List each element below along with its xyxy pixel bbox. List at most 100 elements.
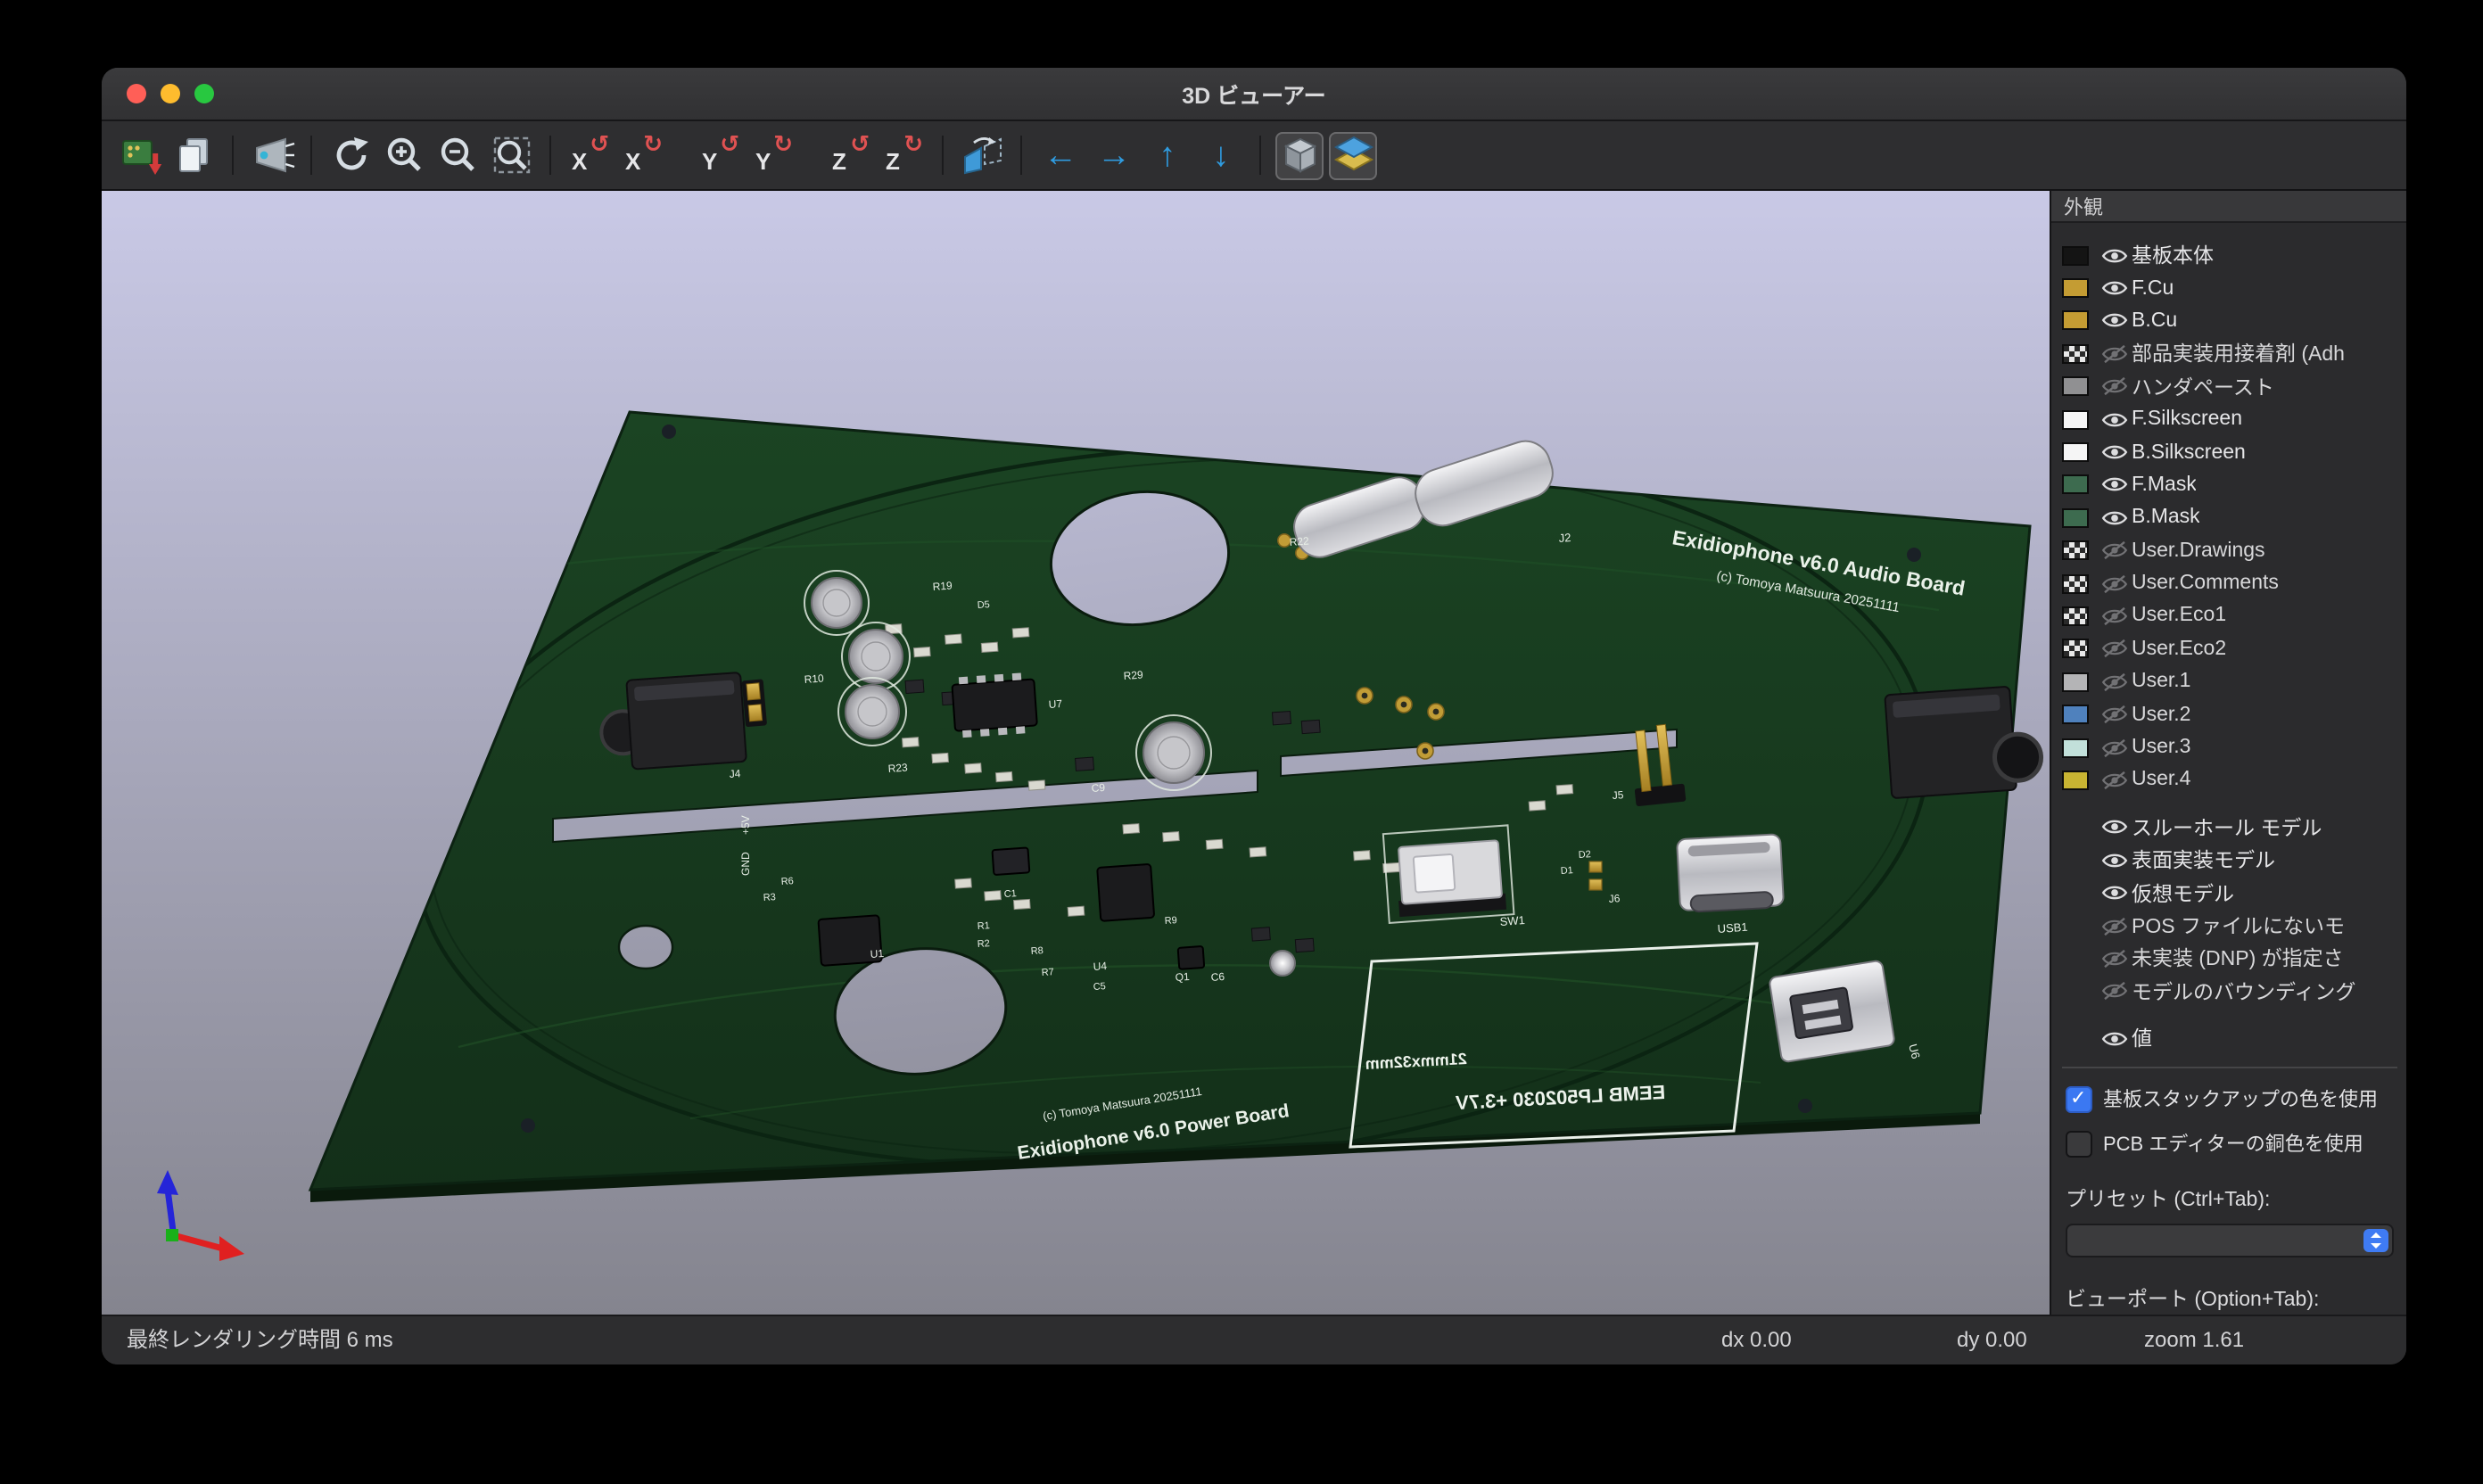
layer-color-swatch[interactable] (2062, 540, 2089, 560)
visibility-toggle-icon[interactable] (2101, 705, 2132, 724)
stackup-color-checkbox-row[interactable]: 基板スタックアップの色を使用 (2066, 1085, 2401, 1114)
window-titlebar[interactable]: 3D ビューアー (102, 68, 2406, 121)
layer-color-swatch[interactable] (2062, 705, 2089, 724)
rotate-y-cw-button[interactable]: Y↻ (749, 131, 797, 179)
layer-color-swatch[interactable] (2062, 606, 2089, 626)
visibility-toggle-icon[interactable] (2101, 442, 2132, 462)
visibility-toggle-icon[interactable] (2101, 475, 2132, 495)
layer-row[interactable]: B.Cu (2062, 305, 2406, 338)
layer-color-swatch[interactable] (2062, 409, 2089, 429)
rotate-y-ccw-button[interactable]: Y↺ (696, 131, 744, 179)
reload-board-button[interactable] (116, 131, 164, 179)
stepper-icon[interactable] (2363, 1229, 2388, 1252)
layer-row[interactable]: POS ファイルにないモ (2062, 910, 2406, 943)
zoom-out-button[interactable] (433, 131, 482, 179)
layer-color-swatch[interactable] (2062, 573, 2089, 593)
orthographic-projection-button[interactable] (1275, 131, 1324, 179)
layer-row[interactable]: B.Silkscreen (2062, 436, 2406, 469)
layer-color-swatch[interactable] (2062, 442, 2089, 462)
move-up-button[interactable]: ↑ (1143, 131, 1192, 179)
visibility-toggle-icon[interactable] (2101, 639, 2132, 659)
3d-viewport[interactable]: Exidiophone v6.0 Audio Board (c) Tomoya … (102, 191, 2050, 1320)
layer-color-swatch[interactable] (2062, 344, 2089, 364)
layer-color-swatch[interactable] (2062, 639, 2089, 659)
move-right-icon: → (1097, 138, 1131, 172)
visibility-toggle-icon[interactable] (2101, 278, 2132, 298)
layer-row[interactable]: User.4 (2062, 764, 2406, 797)
pcb-copper-color-checkbox-row[interactable]: PCB エディターの銅色を使用 (2066, 1130, 2401, 1158)
layer-color-swatch[interactable] (2062, 377, 2089, 397)
layer-row[interactable]: F.Silkscreen (2062, 403, 2406, 436)
visibility-toggle-icon[interactable] (2101, 245, 2132, 265)
rotate-x-cw-button[interactable]: X↻ (619, 131, 667, 179)
close-button[interactable] (127, 84, 146, 103)
layer-row[interactable]: User.1 (2062, 665, 2406, 698)
move-right-button[interactable]: → (1090, 131, 1138, 179)
layer-color-swatch[interactable] (2062, 672, 2089, 692)
zoom-in-button[interactable] (380, 131, 428, 179)
rotate-z-cw-button[interactable]: Z↻ (879, 131, 928, 179)
zoom-window-button[interactable] (194, 84, 214, 103)
layer-color-swatch[interactable] (2062, 278, 2089, 298)
stackup-color-checkbox[interactable] (2066, 1086, 2092, 1113)
visibility-toggle-icon[interactable] (2101, 818, 2132, 837)
visibility-toggle-icon[interactable] (2101, 672, 2132, 692)
flip-board-button[interactable] (958, 131, 1006, 179)
layer-row[interactable]: 仮想モデル (2062, 877, 2406, 910)
layer-row[interactable]: User.Eco1 (2062, 600, 2406, 633)
visibility-toggle-icon[interactable] (2101, 1028, 2132, 1048)
visibility-toggle-icon[interactable] (2101, 409, 2132, 429)
layer-row[interactable]: B.Mask (2062, 501, 2406, 534)
visibility-toggle-icon[interactable] (2101, 883, 2132, 903)
pcb-copper-color-checkbox[interactable] (2066, 1131, 2092, 1158)
layer-label: モデルのバウンディング (2132, 977, 2355, 1006)
layer-row[interactable]: スルーホール モデル (2062, 811, 2406, 844)
move-left-button[interactable]: ← (1036, 131, 1085, 179)
layer-row[interactable]: User.3 (2062, 731, 2406, 764)
appearance-panel-button[interactable] (1329, 131, 1377, 179)
visibility-toggle-icon[interactable] (2101, 377, 2132, 397)
preset-select[interactable] (2066, 1224, 2394, 1258)
zoom-fit-button[interactable] (487, 131, 535, 179)
layer-color-swatch[interactable] (2062, 475, 2089, 495)
raytracing-button[interactable] (248, 131, 296, 179)
layer-row[interactable]: 値 (2062, 1022, 2406, 1055)
layer-color-swatch[interactable] (2062, 245, 2089, 265)
visibility-toggle-icon[interactable] (2101, 508, 2132, 528)
layer-row[interactable]: User.Eco2 (2062, 632, 2406, 665)
visibility-toggle-icon[interactable] (2101, 982, 2132, 1002)
layer-row[interactable]: User.2 (2062, 698, 2406, 731)
visibility-toggle-icon[interactable] (2101, 606, 2132, 626)
layer-row[interactable]: モデルのバウンディング (2062, 975, 2406, 1008)
axis-y-label: Y (755, 148, 771, 175)
layer-color-swatch[interactable] (2062, 771, 2089, 790)
layer-row[interactable]: 部品実装用接着剤 (Adh (2062, 337, 2406, 370)
layer-row[interactable]: 未実装 (DNP) が指定さ (2062, 942, 2406, 975)
layer-row[interactable]: F.Mask (2062, 468, 2406, 501)
layer-row[interactable]: ハンダペースト (2062, 370, 2406, 403)
layer-row[interactable]: User.Comments (2062, 567, 2406, 600)
visibility-toggle-icon[interactable] (2101, 540, 2132, 560)
copy-image-button[interactable] (169, 131, 218, 179)
rotate-x-ccw-button[interactable]: X↺ (565, 131, 614, 179)
visibility-toggle-icon[interactable] (2101, 738, 2132, 757)
rotate-z-ccw-button[interactable]: Z↺ (826, 131, 874, 179)
3d-scene[interactable]: Exidiophone v6.0 Audio Board (c) Tomoya … (102, 191, 2050, 1320)
move-down-button[interactable]: ↓ (1197, 131, 1245, 179)
visibility-toggle-icon[interactable] (2101, 850, 2132, 870)
layer-row[interactable]: 表面実装モデル (2062, 844, 2406, 877)
layer-row[interactable]: User.Drawings (2062, 534, 2406, 567)
redraw-view-button[interactable] (326, 131, 375, 179)
layer-color-swatch[interactable] (2062, 311, 2089, 331)
layer-row[interactable]: 基板本体 (2062, 239, 2406, 272)
layer-color-swatch[interactable] (2062, 738, 2089, 757)
layer-row[interactable]: F.Cu (2062, 272, 2406, 305)
visibility-toggle-icon[interactable] (2101, 771, 2132, 790)
visibility-toggle-icon[interactable] (2101, 311, 2132, 331)
layer-color-swatch[interactable] (2062, 508, 2089, 528)
visibility-toggle-icon[interactable] (2101, 344, 2132, 364)
visibility-toggle-icon[interactable] (2101, 916, 2132, 936)
minimize-button[interactable] (161, 84, 180, 103)
visibility-toggle-icon[interactable] (2101, 573, 2132, 593)
visibility-toggle-icon[interactable] (2101, 949, 2132, 969)
